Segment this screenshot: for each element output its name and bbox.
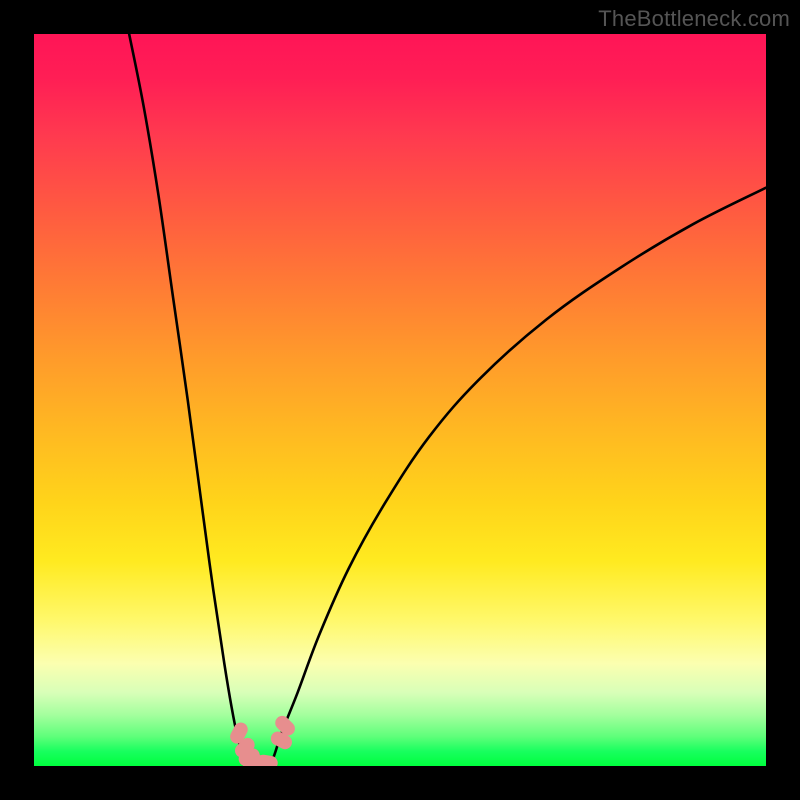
bottleneck-curve-path [129, 34, 766, 764]
bottleneck-curve [34, 34, 766, 766]
watermark-text: TheBottleneck.com [598, 6, 790, 32]
chart-frame: TheBottleneck.com [0, 0, 800, 800]
plot-area [34, 34, 766, 766]
